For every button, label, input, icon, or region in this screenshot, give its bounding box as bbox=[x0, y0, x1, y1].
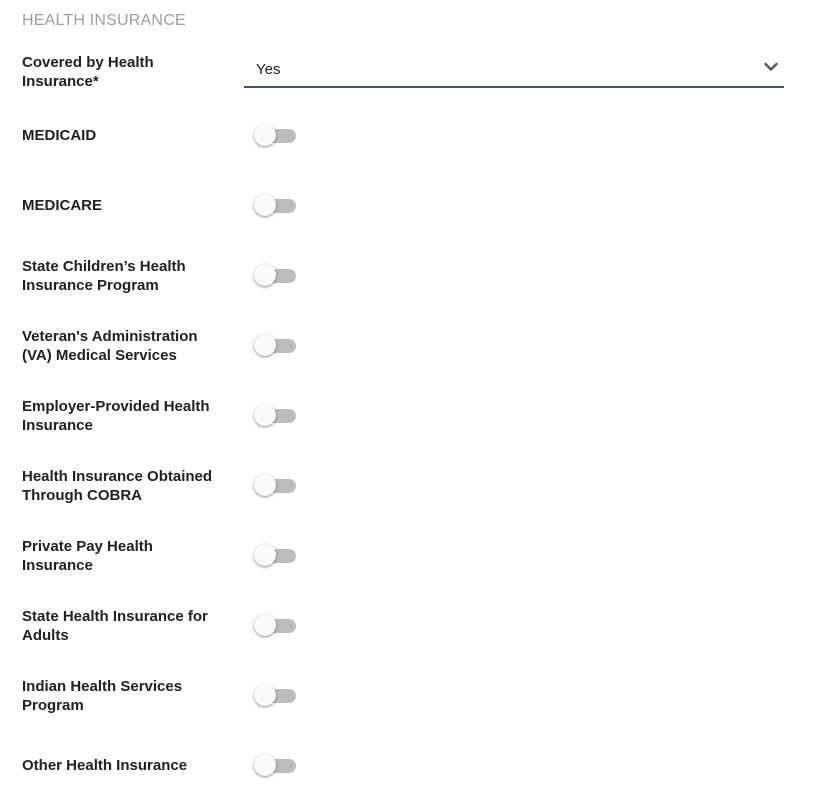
private-pay-label: Private Pay Health Insurance bbox=[22, 538, 153, 574]
covered-select-value: Yes bbox=[256, 61, 281, 78]
toggle-thumb bbox=[254, 124, 276, 146]
medicare-toggle[interactable] bbox=[254, 194, 298, 218]
cobra-label: Health Insurance Obtained Through COBRA bbox=[22, 468, 213, 504]
private-pay-toggle[interactable] bbox=[254, 544, 298, 568]
toggle-thumb bbox=[254, 544, 276, 566]
other-insurance-label: Other Health Insurance bbox=[22, 757, 188, 774]
cobra-toggle[interactable] bbox=[254, 474, 298, 498]
state-adults-label: State Health Insurance for Adults bbox=[22, 608, 208, 644]
toggle-thumb bbox=[254, 194, 276, 216]
toggle-thumb bbox=[254, 754, 276, 776]
covered-label: Covered by Health Insurance* bbox=[22, 54, 154, 90]
toggle-thumb bbox=[254, 614, 276, 636]
va-label: Veteran's Administration (VA) Medical Se… bbox=[22, 328, 198, 364]
employer-label: Employer-Provided Health Insurance bbox=[22, 398, 210, 434]
medicaid-toggle[interactable] bbox=[254, 124, 298, 148]
covered-select[interactable]: Yes bbox=[244, 52, 784, 88]
section-title: HEALTH INSURANCE bbox=[22, 12, 186, 29]
toggle-thumb bbox=[254, 474, 276, 496]
state-adults-toggle[interactable] bbox=[254, 614, 298, 638]
toggle-thumb bbox=[254, 684, 276, 706]
indian-health-toggle[interactable] bbox=[254, 684, 298, 708]
schip-label: State Children’s Health Insurance Progra… bbox=[22, 258, 186, 294]
schip-toggle[interactable] bbox=[254, 264, 298, 288]
va-toggle[interactable] bbox=[254, 334, 298, 358]
medicare-label: MEDICARE bbox=[22, 197, 103, 214]
medicaid-label: MEDICAID bbox=[22, 127, 97, 144]
toggle-thumb bbox=[254, 334, 276, 356]
other-insurance-toggle[interactable] bbox=[254, 754, 298, 778]
chevron-down-icon bbox=[764, 62, 778, 71]
toggle-thumb bbox=[254, 264, 276, 286]
indian-health-label: Indian Health Services Program bbox=[22, 678, 183, 714]
employer-toggle[interactable] bbox=[254, 404, 298, 428]
toggle-thumb bbox=[254, 404, 276, 426]
